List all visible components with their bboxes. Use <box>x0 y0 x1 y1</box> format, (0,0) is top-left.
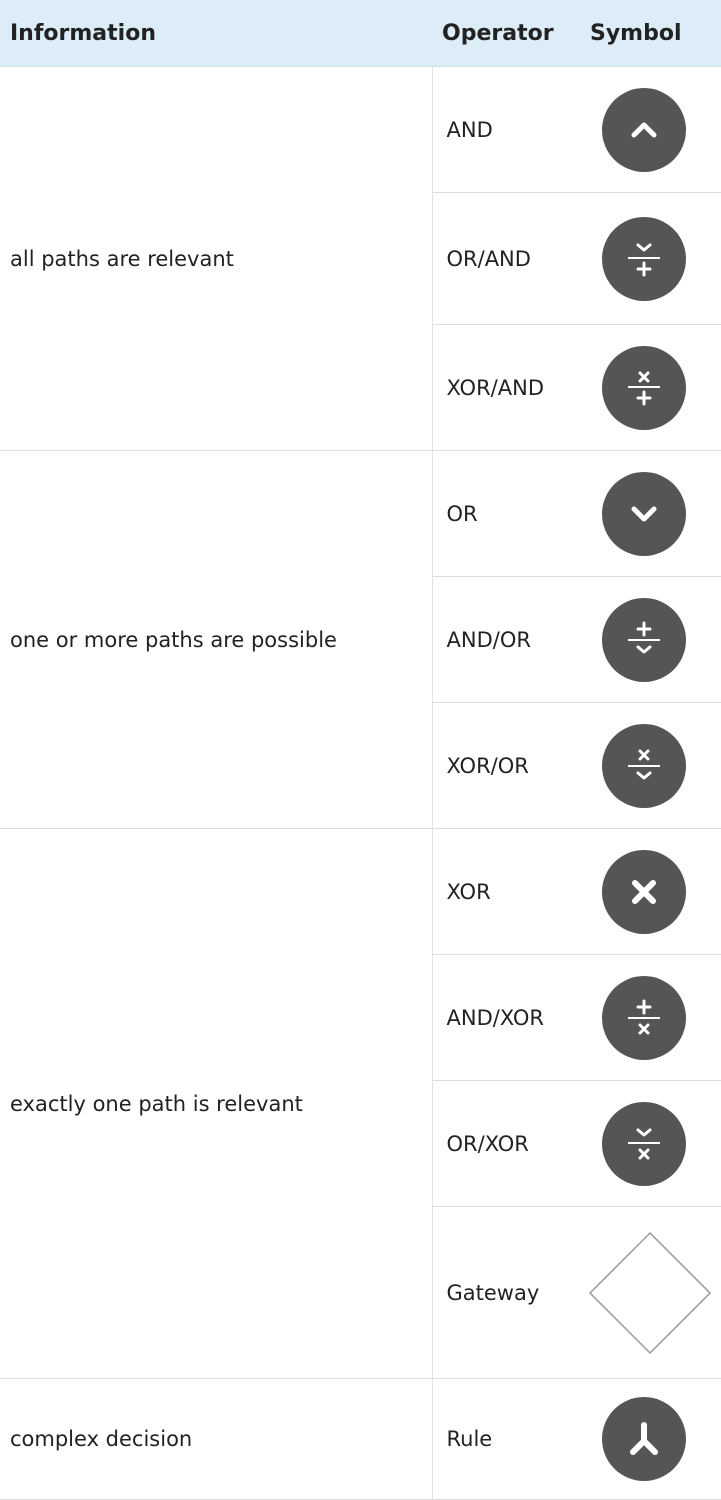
information-cell: all paths are relevant <box>0 66 433 451</box>
header-row: Information Operator Symbol <box>0 0 721 67</box>
operator-cell: OR/XOR <box>432 1080 584 1207</box>
symbol-cell <box>584 702 721 829</box>
and-gateway-icon <box>602 87 686 172</box>
header-information: Information <box>0 0 432 67</box>
operator-cell: Rule <box>432 1378 584 1500</box>
and-or-gateway-icon <box>602 597 686 682</box>
or-and-gateway-icon <box>602 216 686 301</box>
operator-cell: AND/XOR <box>432 954 584 1081</box>
symbol-cell <box>584 324 721 451</box>
information-cell: one or more paths are possible <box>0 450 433 829</box>
symbol-cell <box>584 450 721 577</box>
xor-gateway-icon <box>602 849 686 934</box>
operator-cell: AND <box>432 66 584 193</box>
or-gateway-icon <box>602 471 686 556</box>
information-cell: exactly one path is relevant <box>0 828 433 1379</box>
operator-cell: XOR <box>432 828 584 955</box>
operator-cell: AND/OR <box>432 576 584 703</box>
table-row: complex decision Rule <box>0 1378 721 1500</box>
symbol-cell <box>584 828 721 955</box>
symbol-cell <box>584 1206 721 1379</box>
symbol-cell <box>584 954 721 1081</box>
and-xor-gateway-icon <box>602 975 686 1060</box>
rule-gateway-icon <box>602 1397 686 1481</box>
xor-or-gateway-icon <box>602 723 686 808</box>
symbol-cell <box>584 576 721 703</box>
or-xor-gateway-icon <box>602 1101 686 1186</box>
operator-cell: OR/AND <box>432 192 584 325</box>
operator-cell: XOR/AND <box>432 324 584 451</box>
symbol-cell <box>584 192 721 325</box>
operator-cell: OR <box>432 450 584 577</box>
table-row: all paths are relevant AND <box>0 66 721 451</box>
operator-cell: XOR/OR <box>432 702 584 829</box>
symbol-cell <box>584 66 721 193</box>
table-row: one or more paths are possible OR <box>0 450 721 829</box>
symbol-cell <box>584 1080 721 1207</box>
table-row: exactly one path is relevant XOR <box>0 828 721 1379</box>
symbol-cell <box>584 1378 721 1500</box>
header-operator: Operator <box>432 0 584 67</box>
operator-table: Information Operator Symbol all paths ar… <box>0 0 721 1500</box>
gateway-diamond-icon <box>588 1231 712 1354</box>
information-cell: complex decision <box>0 1378 433 1500</box>
operator-cell: Gateway <box>432 1206 584 1379</box>
header-symbol: Symbol <box>584 0 721 67</box>
xor-and-gateway-icon <box>602 345 686 430</box>
